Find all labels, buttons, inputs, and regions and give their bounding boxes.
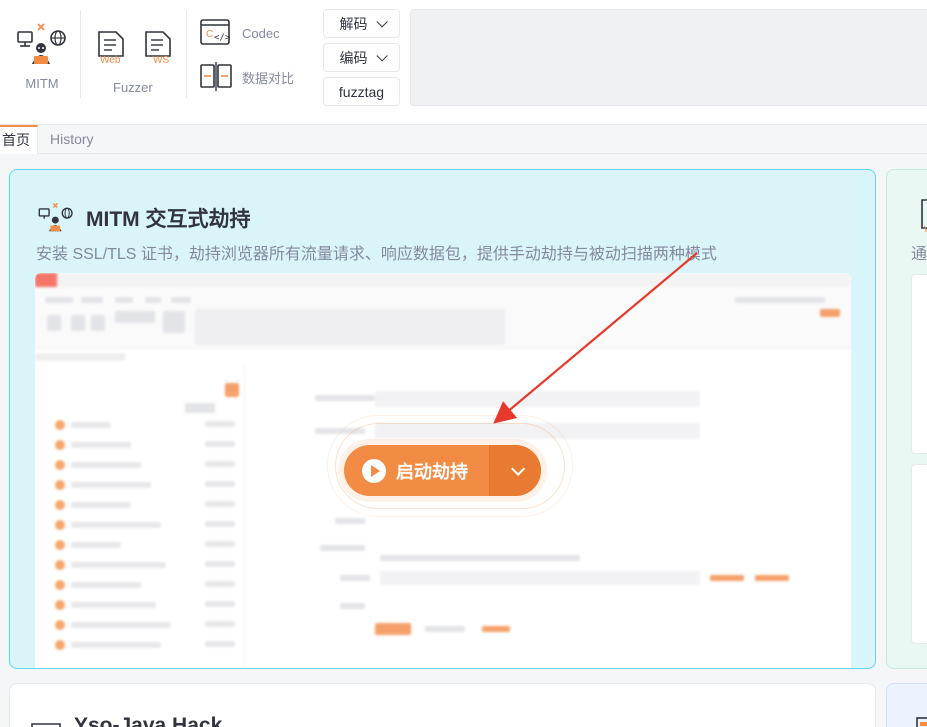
start-hijack-button[interactable]: 启动劫持 xyxy=(344,445,541,496)
next-feature-card[interactable]: W 通 xyxy=(886,169,927,669)
chevron-down-icon xyxy=(510,461,525,476)
toolbar-divider xyxy=(186,10,187,98)
fuzztag-button[interactable]: fuzztag xyxy=(323,77,400,106)
ws-fuzzer-icon[interactable]: WS xyxy=(143,30,175,66)
next-card-panel xyxy=(911,464,927,644)
fuzztag-label: fuzztag xyxy=(338,83,385,100)
java-icon xyxy=(31,723,61,727)
codec-icon: C </> xyxy=(200,19,231,45)
start-hijack-label: 启动劫持 xyxy=(396,461,468,482)
chevron-down-icon xyxy=(375,15,388,28)
mitm-tool[interactable]: MITM xyxy=(14,22,70,91)
fuzzer-tool[interactable]: Web WS Fuzzer xyxy=(96,30,175,95)
feature-icon xyxy=(916,717,927,727)
codec-tool[interactable]: C </> Codec xyxy=(199,18,280,48)
toolbar-divider xyxy=(80,10,81,98)
mitm-icon xyxy=(38,202,73,232)
data-diff-tool[interactable]: 数据对比 xyxy=(199,62,294,92)
svg-text:WS: WS xyxy=(153,55,169,66)
start-hijack-dropdown[interactable] xyxy=(490,445,541,496)
web-fuzzer-icon[interactable]: Web xyxy=(96,30,128,66)
yso-java-card[interactable]: Yso-Java Hack xyxy=(9,683,876,727)
tab-home[interactable]: 首页 xyxy=(0,125,38,154)
mitm-icon xyxy=(17,23,66,64)
next-card-description: 通 xyxy=(911,246,927,263)
toolbar: MITM Web WS Fuzzer C </> Codec 数据对比 解码 编… xyxy=(0,0,927,124)
decode-button[interactable]: 解码 xyxy=(323,9,400,38)
next-card-panel xyxy=(911,274,927,454)
encode-button[interactable]: 编码 xyxy=(323,43,400,72)
mitm-card-header: MITM 交互式劫持 xyxy=(36,202,250,234)
svg-text:Web: Web xyxy=(100,55,121,66)
data-diff-icon xyxy=(200,62,232,91)
play-icon xyxy=(362,458,386,483)
toolbar-input-area[interactable] xyxy=(410,9,927,106)
mitm-card-title: MITM 交互式劫持 xyxy=(86,208,251,231)
next-bottom-card[interactable] xyxy=(886,683,927,727)
codec-label: Codec xyxy=(242,25,280,41)
svg-text:</>: </> xyxy=(214,33,231,43)
svg-text:C: C xyxy=(206,29,213,40)
start-hijack-main[interactable]: 启动劫持 xyxy=(344,445,489,496)
yso-java-title: Yso-Java Hack xyxy=(74,714,223,727)
chevron-down-icon xyxy=(375,49,388,62)
encode-label: 编码 xyxy=(339,49,368,66)
fuzzer-label: Fuzzer xyxy=(113,80,153,95)
mitm-card[interactable]: MITM 交互式劫持 安装 SSL/TLS 证书，劫持浏览器所有流量请求、响应数… xyxy=(9,169,876,669)
mitm-preview-image: 启动劫持 xyxy=(35,273,851,668)
tab-history[interactable]: History xyxy=(48,125,96,154)
mitm-label: MITM xyxy=(25,76,59,91)
mitm-card-description: 安装 SSL/TLS 证书，劫持浏览器所有流量请求、响应数据包，提供手动劫持与被… xyxy=(36,246,717,263)
data-diff-label: 数据对比 xyxy=(242,70,295,86)
feature-icon: W xyxy=(921,199,927,234)
tab-bar: 首页 History xyxy=(0,124,927,154)
decode-label: 解码 xyxy=(339,15,368,32)
